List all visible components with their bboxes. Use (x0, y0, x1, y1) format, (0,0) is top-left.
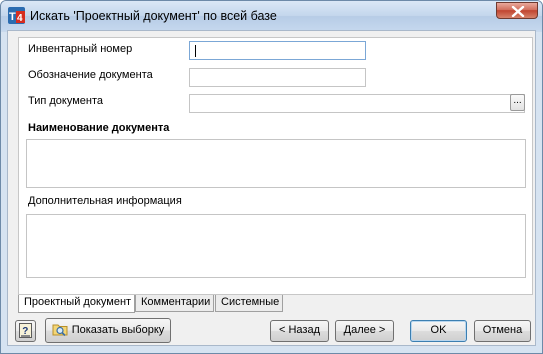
document-type-browse-button[interactable]: ... (510, 94, 525, 111)
document-type-input[interactable] (189, 94, 525, 113)
svg-text:T: T (9, 11, 16, 23)
help-question-icon: ? (19, 323, 32, 338)
window-title: Искать 'Проектный документ' по всей базе (30, 9, 277, 23)
ok-button[interactable]: OK (410, 320, 467, 342)
dialog-window: T 4 Искать 'Проектный документ' по всей … (0, 0, 543, 354)
search-form-panel: Инвентарный номер Обозначение документа … (18, 37, 533, 295)
tab-system[interactable]: Системные (215, 295, 283, 312)
inventory-number-input[interactable] (189, 41, 366, 60)
tab-comments[interactable]: Комментарии (135, 295, 214, 312)
title-bar[interactable]: T 4 Искать 'Проектный документ' по всей … (1, 1, 542, 31)
app-t4-icon: T 4 (8, 7, 25, 24)
document-name-label: Наименование документа (28, 122, 170, 134)
text-caret (195, 45, 196, 57)
back-button[interactable]: < Назад (270, 320, 329, 342)
show-selection-button[interactable]: Показать выборку (45, 318, 171, 343)
dialog-client-area: Инвентарный номер Обозначение документа … (7, 30, 536, 346)
help-button[interactable]: ? (15, 320, 36, 342)
close-button[interactable] (496, 2, 538, 19)
document-type-label: Тип документа (28, 95, 104, 107)
show-selection-label: Показать выборку (71, 324, 165, 336)
cancel-button[interactable]: Отмена (474, 320, 531, 342)
designation-label: Обозначение документа (28, 69, 153, 81)
svg-text:4: 4 (17, 13, 23, 24)
close-icon (511, 6, 525, 17)
tab-project-document[interactable]: Проектный документ (18, 295, 135, 313)
svg-text:?: ? (22, 326, 28, 337)
inventory-number-label: Инвентарный номер (28, 43, 133, 55)
additional-info-label: Дополнительная информация (28, 195, 182, 207)
designation-input[interactable] (189, 68, 366, 87)
next-button[interactable]: Далее > (335, 320, 394, 342)
folder-search-icon (52, 324, 68, 336)
document-name-textarea[interactable] (26, 139, 526, 188)
additional-info-textarea[interactable] (26, 214, 526, 278)
